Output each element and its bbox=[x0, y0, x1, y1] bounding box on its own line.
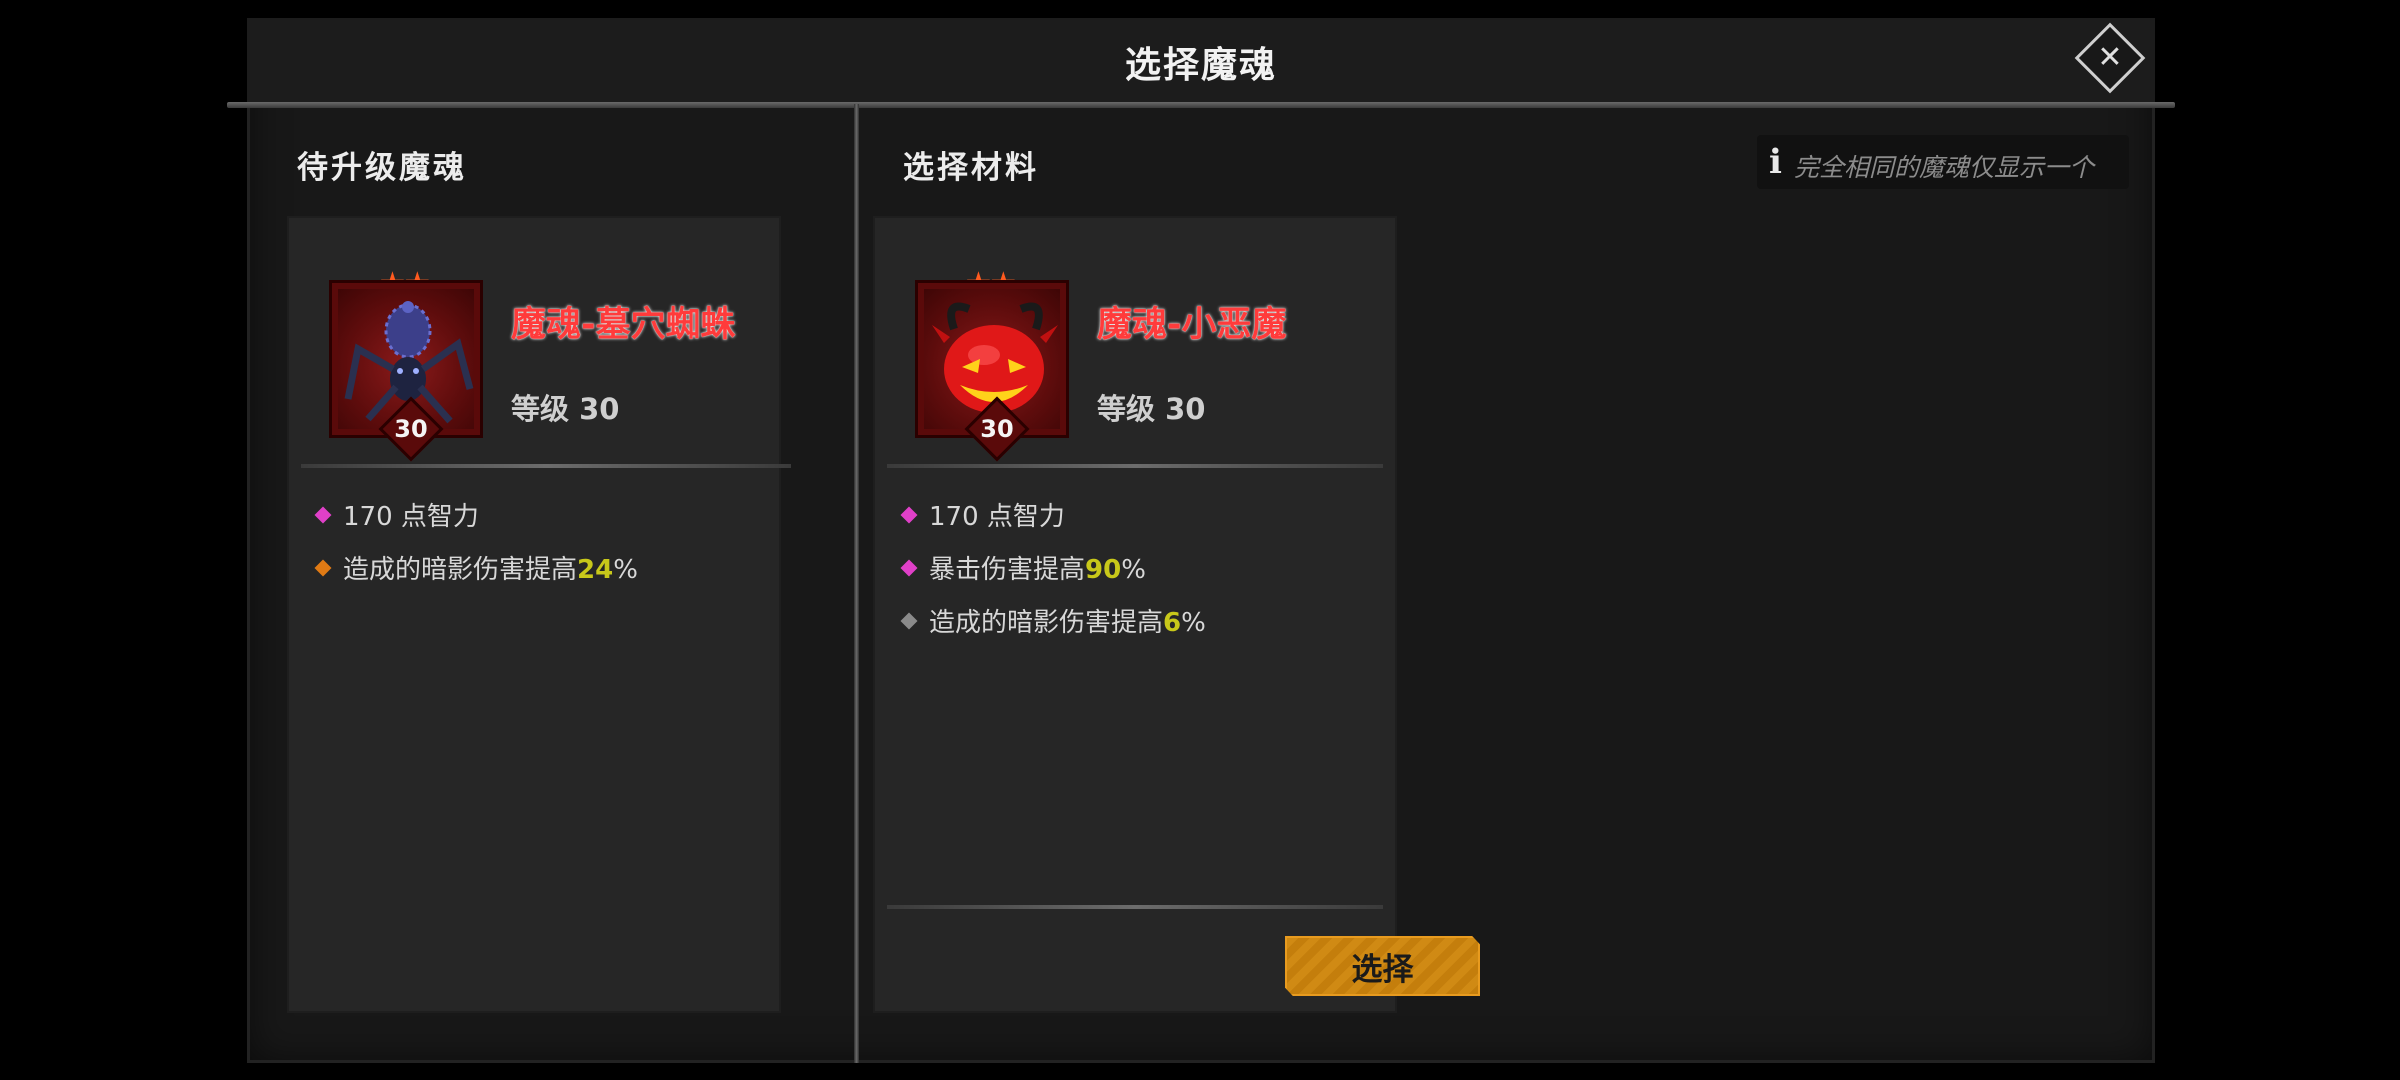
stat-suffix: % bbox=[613, 555, 638, 585]
stat-value: 90 bbox=[1085, 555, 1122, 585]
stat-text: 造成的暗影伤害提高 bbox=[929, 608, 1164, 638]
dialog-title: 选择魔魂 bbox=[1124, 45, 1277, 86]
material-soul-card[interactable]: ★★ 30 魔魂-小恶魔 等级 30 170 bbox=[875, 218, 1395, 1011]
select-soul-dialog: 选择魔魂 ✕ 待升级魔魂 ★★ bbox=[227, 18, 2175, 1063]
stat-text: 造成的暗影伤害提高 bbox=[343, 555, 578, 585]
bullet-diamond-icon bbox=[900, 559, 918, 576]
panel-divider bbox=[854, 104, 859, 1063]
stat-line: 造成的暗影伤害提高24% bbox=[314, 549, 638, 586]
info-icon: i bbox=[1769, 142, 1782, 182]
stat-line: 170 点智力 bbox=[314, 496, 479, 533]
card-footer-separator bbox=[887, 905, 1383, 909]
soul-name: 魔魂-小恶魔 bbox=[1097, 305, 1287, 345]
stat-line: 170 点智力 bbox=[900, 496, 1065, 533]
level-badge-number: 30 bbox=[980, 415, 1014, 443]
title-bar: 选择魔魂 bbox=[247, 18, 2155, 104]
stat-text: 暴击伤害提高 bbox=[929, 555, 1086, 585]
upgrade-soul-heading: 待升级魔魂 bbox=[297, 150, 467, 186]
soul-level: 等级 30 bbox=[1097, 392, 1206, 426]
card-separator bbox=[887, 464, 1383, 468]
stat-suffix: % bbox=[1181, 608, 1206, 638]
bullet-diamond-icon bbox=[314, 559, 332, 576]
stat-value: 24 bbox=[577, 555, 614, 585]
info-note-text: 完全相同的魔魂仅显示一个 bbox=[1794, 153, 2095, 182]
soul-level: 等级 30 bbox=[511, 392, 620, 426]
stat-text: 170 点智力 bbox=[343, 502, 479, 532]
stat-suffix: % bbox=[1121, 555, 1146, 585]
bullet-diamond-icon bbox=[314, 506, 332, 523]
level-badge-number: 30 bbox=[394, 415, 428, 443]
select-button-label[interactable]: 选择 bbox=[1285, 944, 1480, 989]
card-separator bbox=[301, 464, 791, 468]
soul-name: 魔魂-墓穴蜘蛛 bbox=[511, 305, 736, 345]
material-heading: 选择材料 bbox=[903, 150, 1039, 186]
stat-line: 暴击伤害提高90% bbox=[900, 549, 1146, 586]
stat-line: 造成的暗影伤害提高6% bbox=[900, 602, 1206, 639]
stat-value: 6 bbox=[1163, 608, 1182, 638]
stat-text: 170 点智力 bbox=[929, 502, 1065, 532]
upgrade-soul-card[interactable]: ★★ 30 魔魂-墓穴蜘蛛 等级 30 bbox=[289, 218, 791, 1011]
title-divider bbox=[227, 102, 2175, 108]
bullet-diamond-icon bbox=[900, 506, 918, 523]
close-x-icon[interactable]: ✕ bbox=[2085, 33, 2135, 83]
bullet-diamond-icon bbox=[900, 612, 918, 629]
